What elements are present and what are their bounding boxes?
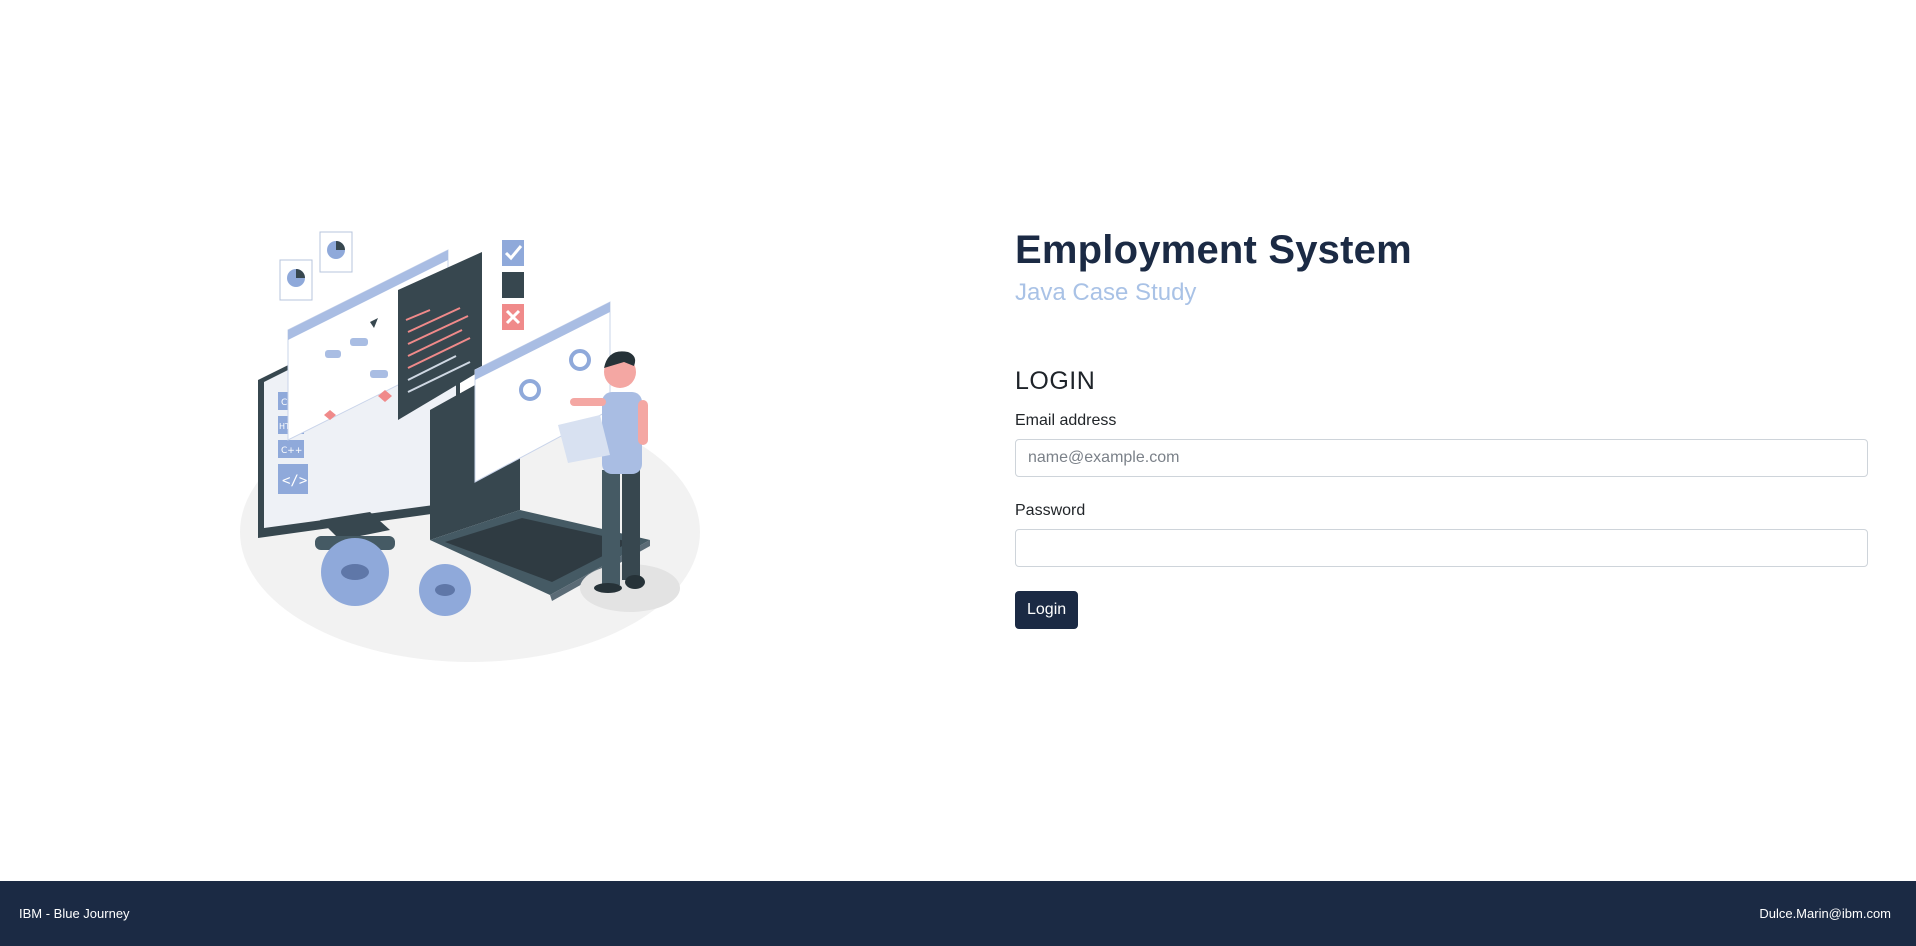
login-panel: Employment System Java Case Study LOGIN … (1015, 222, 1868, 629)
email-label: Email address (1015, 412, 1117, 429)
footer-email: Dulce.Marin@ibm.com (1759, 906, 1891, 921)
svg-text:</>: </> (282, 473, 307, 489)
cpp-tag: C++ (281, 446, 302, 456)
page-title: Employment System (1015, 228, 1412, 272)
chart-bubble-icon (279, 231, 353, 301)
login-heading: LOGIN (1015, 367, 1096, 395)
footer: IBM - Blue Journey Dulce.Marin@ibm.com (0, 881, 1916, 946)
lock-icon (502, 272, 524, 298)
password-field[interactable] (1015, 529, 1868, 567)
login-page: CSS HTML C++ </> (0, 0, 1916, 946)
email-field[interactable] (1015, 439, 1868, 477)
developer-illustration: CSS HTML C++ </> (240, 231, 700, 662)
password-label: Password (1015, 502, 1086, 519)
login-button[interactable]: Login (1015, 591, 1079, 629)
footer-brand: IBM - Blue Journey (19, 906, 130, 921)
page-subtitle: Java Case Study (1015, 279, 1197, 306)
check-icon (502, 240, 524, 266)
